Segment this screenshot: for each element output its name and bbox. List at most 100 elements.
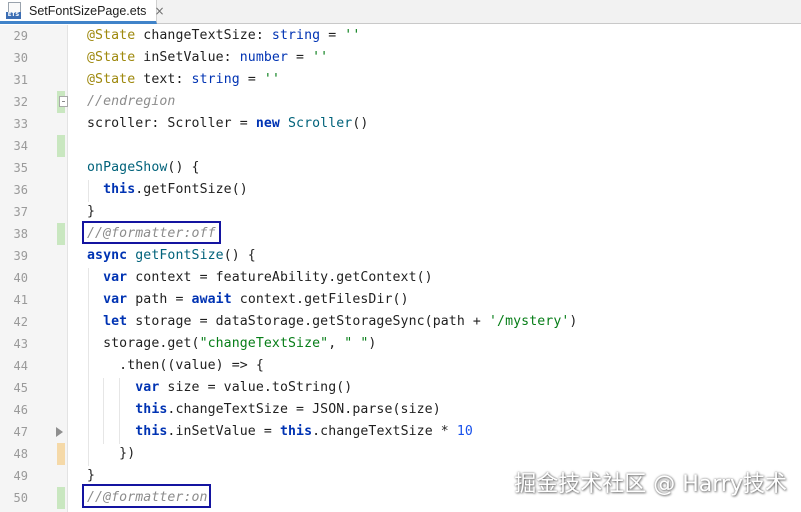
line-number: 29 <box>13 29 28 43</box>
code-token: = <box>239 72 264 87</box>
code-line[interactable]: 42 let storage = dataStorage.getStorageS… <box>0 311 801 333</box>
code-line[interactable]: 36 this.getFontSize() <box>0 179 801 201</box>
code-token: await <box>191 292 240 307</box>
code-token: .inSetValue = <box>167 424 280 439</box>
line-number: 44 <box>13 359 28 373</box>
code-text: scroller: Scroller = new Scroller() <box>87 113 368 135</box>
code-token: scroller: Scroller = <box>87 116 256 131</box>
code-line[interactable]: 40 var context = featureAbility.getConte… <box>0 267 801 289</box>
code-line[interactable]: 34 <box>0 135 801 157</box>
vcs-added-marker <box>57 135 65 157</box>
code-text: //endregion <box>87 91 175 113</box>
code-token: .getFontSize() <box>135 182 248 197</box>
code-text: var path = await context.getFilesDir() <box>87 289 409 311</box>
code-line[interactable]: 43 storage.get("changeTextSize", " ") <box>0 333 801 355</box>
editor-tab-bar: ETS SetFontSizePage.ets × <box>0 0 801 24</box>
code-token: context.getFilesDir() <box>239 292 409 307</box>
tab-setfontsizepage[interactable]: ETS SetFontSizePage.ets × <box>0 0 165 24</box>
code-text: @State changeTextSize: string = '' <box>87 25 360 47</box>
code-line[interactable]: 29 @State changeTextSize: string = '' <box>0 25 801 47</box>
line-number: 46 <box>13 403 28 417</box>
line-number: 33 <box>13 117 28 131</box>
code-line[interactable]: 46 this.changeTextSize = JSON.parse(size… <box>0 399 801 421</box>
code-token: this <box>87 402 168 417</box>
code-token: //endregion <box>87 94 176 109</box>
code-token: () { <box>167 160 200 175</box>
code-token: @State <box>87 72 144 87</box>
code-token: size = value.toString() <box>167 380 353 395</box>
line-number: 35 <box>13 161 28 175</box>
close-tab-icon[interactable]: × <box>154 5 164 17</box>
code-line[interactable]: 33 scroller: Scroller = new Scroller() <box>0 113 801 135</box>
code-text: .then((value) => { <box>87 355 264 377</box>
code-line[interactable]: 30 @State inSetValue: number = '' <box>0 47 801 69</box>
code-token: changeTextSize: <box>143 28 272 43</box>
code-text: @State text: string = '' <box>87 69 280 91</box>
code-token: "changeTextSize" <box>199 336 329 351</box>
code-text: }) <box>87 443 135 465</box>
code-token: number <box>239 50 289 65</box>
code-token: new <box>255 116 289 131</box>
code-token: ) <box>368 336 377 351</box>
code-token: let <box>87 314 136 329</box>
indent-guide <box>88 180 89 202</box>
code-token: text: <box>143 72 192 87</box>
code-text: let storage = dataStorage.getStorageSync… <box>87 311 577 333</box>
code-token: inSetValue: <box>143 50 240 65</box>
code-token: Scroller <box>288 116 353 131</box>
code-line[interactable]: 47 this.inSetValue = this.changeTextSize… <box>0 421 801 443</box>
code-line[interactable]: 39 async getFontSize() { <box>0 245 801 267</box>
code-text: this.inSetValue = this.changeTextSize * … <box>87 421 473 443</box>
vcs-added-marker <box>57 223 65 245</box>
code-text: @State inSetValue: number = '' <box>87 47 328 69</box>
line-number: 48 <box>13 447 28 461</box>
code-token: context = featureAbility.getContext() <box>135 270 433 285</box>
code-text: var size = value.toString() <box>87 377 352 399</box>
code-token: var <box>87 270 136 285</box>
code-token: async <box>87 248 136 263</box>
code-text: storage.get("changeTextSize", " ") <box>87 333 376 355</box>
code-line[interactable]: 31 @State text: string = '' <box>0 69 801 91</box>
code-line[interactable]: 37} <box>0 201 801 223</box>
code-line[interactable]: 45 var size = value.toString() <box>0 377 801 399</box>
code-token: onPageShow <box>87 160 168 175</box>
code-line[interactable]: 32 //endregion <box>0 91 801 113</box>
code-line[interactable]: 48 }) <box>0 443 801 465</box>
line-number: 50 <box>13 491 28 505</box>
fold-toggle-icon[interactable] <box>59 96 68 107</box>
code-token: getFontSize <box>135 248 224 263</box>
code-line[interactable]: 35 onPageShow() { <box>0 157 801 179</box>
code-token: path = <box>135 292 192 307</box>
line-number: 30 <box>13 51 28 65</box>
code-line[interactable]: 44 .then((value) => { <box>0 355 801 377</box>
indent-guide <box>103 378 104 444</box>
line-number: 40 <box>13 271 28 285</box>
line-number: 39 <box>13 249 28 263</box>
code-line[interactable]: 41 var path = await context.getFilesDir(… <box>0 289 801 311</box>
code-text: onPageShow() { <box>87 157 200 179</box>
code-token: " " <box>344 336 369 351</box>
code-token: '' <box>263 72 280 87</box>
ets-file-icon: ETS <box>6 2 23 19</box>
code-token: , <box>328 336 345 351</box>
code-token: .changeTextSize = JSON.parse(size) <box>167 402 441 417</box>
line-number: 43 <box>13 337 28 351</box>
code-text: this.changeTextSize = JSON.parse(size) <box>87 399 441 421</box>
line-number: 34 <box>13 139 28 153</box>
indent-guide <box>88 268 89 466</box>
code-token: 10 <box>456 424 473 439</box>
gutter-arrow-icon[interactable] <box>56 427 63 437</box>
code-token: @State <box>87 28 144 43</box>
code-token: () { <box>223 248 256 263</box>
line-number: 38 <box>13 227 28 241</box>
line-number: 45 <box>13 381 28 395</box>
formatter-on-highlight <box>82 484 211 508</box>
line-number: 31 <box>13 73 28 87</box>
tab-title: SetFontSizePage.ets <box>29 3 147 18</box>
code-token: storage = dataStorage.getStorageSync(pat… <box>135 314 489 329</box>
code-token: this <box>279 424 313 439</box>
line-number: 47 <box>13 425 28 439</box>
code-token: } <box>87 204 96 219</box>
indent-guide <box>119 378 120 444</box>
code-text: } <box>87 201 95 223</box>
